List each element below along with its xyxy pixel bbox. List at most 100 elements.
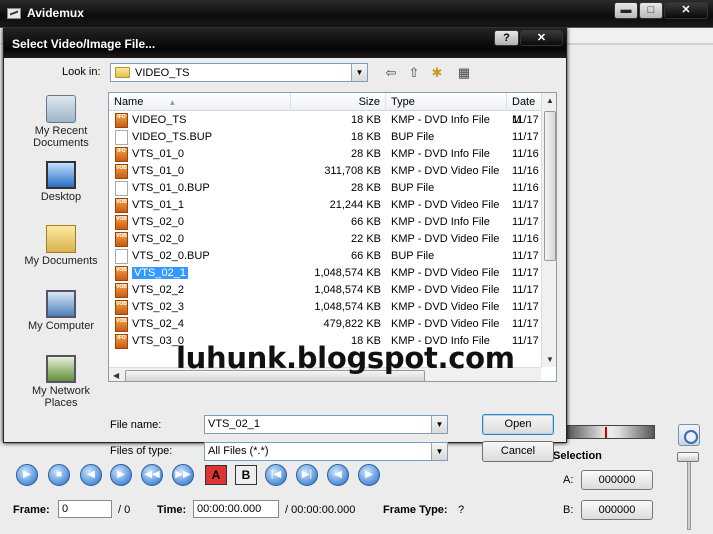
place-recent-documents[interactable]: My Recent Documents: [17, 95, 105, 149]
place-label: My Documents: [24, 255, 98, 267]
file-date: 11/16: [512, 165, 539, 177]
bup-file-icon: [115, 130, 128, 145]
go-marker-b-button[interactable]: ▶|: [296, 464, 318, 486]
file-type: KMP - DVD Info File: [391, 148, 490, 160]
dialog-close-button[interactable]: ✕: [520, 30, 563, 46]
file-name: VTS_01_0: [132, 148, 184, 160]
app-title: Avidemux: [27, 6, 84, 20]
file-row[interactable]: IFO VTS_01_0 28 KB KMP - DVD Info File 11/16: [109, 146, 541, 163]
open-button[interactable]: Open: [482, 414, 554, 435]
column-header-size[interactable]: Size: [291, 93, 386, 111]
next-black-frame-button[interactable]: ▶: [358, 464, 380, 486]
maximize-button[interactable]: □: [639, 2, 663, 19]
previous-keyframe-button[interactable]: ◀◀: [141, 464, 163, 486]
time-label: Time:: [157, 504, 187, 516]
view-menu-icon[interactable]: ▦: [453, 64, 475, 81]
column-header-type[interactable]: Type: [386, 93, 507, 111]
file-name-input[interactable]: VTS_02_1 ▼: [204, 415, 448, 434]
file-date: 11/17: [512, 216, 539, 228]
file-row[interactable]: VOB VTS_02_0 66 KB KMP - DVD Info File 11/17: [109, 214, 541, 231]
zoom-slider-track[interactable]: [687, 452, 691, 530]
file-name-cell: VTS_02_1: [132, 265, 290, 282]
file-date: 11/17: [512, 267, 539, 279]
file-row[interactable]: VOB VTS_02_3 1,048,574 KB KMP - DVD Video F…: [109, 299, 541, 316]
file-name-cell: VTS_02_4: [132, 316, 290, 333]
file-type: KMP - DVD Video File: [391, 318, 500, 330]
previous-frame-button[interactable]: ◀: [80, 464, 102, 486]
file-size: 18 KB: [351, 131, 381, 143]
file-row[interactable]: VTS_02_0.BUP 66 KB BUP File 11/17: [109, 248, 541, 265]
marker-a-value[interactable]: 000000: [581, 470, 653, 490]
file-row[interactable]: VTS_01_0.BUP 28 KB BUP File 11/16: [109, 180, 541, 197]
ifo-file-icon: IFO: [115, 334, 128, 349]
time-input[interactable]: [193, 500, 279, 518]
chevron-down-icon[interactable]: ▼: [431, 416, 447, 433]
place-desktop[interactable]: Desktop: [17, 161, 105, 203]
look-in-dropdown[interactable]: VIDEO_TS ▼: [110, 63, 368, 82]
my-computer-icon: [46, 290, 76, 318]
play-button[interactable]: ▶: [16, 464, 38, 486]
cancel-button[interactable]: Cancel: [482, 441, 554, 462]
file-row[interactable]: VOB VTS_02_2 1,048,574 KB KMP - DVD Video F…: [109, 282, 541, 299]
vertical-scroll-thumb[interactable]: [544, 111, 556, 261]
file-row[interactable]: VIDEO_TS.BUP 18 KB BUP File 11/17: [109, 129, 541, 146]
file-row[interactable]: VOB VTS_02_1 1,048,574 KB KMP - DVD Video F…: [109, 265, 541, 282]
vob-file-icon: VOB: [115, 266, 128, 281]
file-size: 18 KB: [351, 114, 381, 126]
folder-icon: [115, 67, 130, 78]
files-of-type-dropdown[interactable]: All Files (*.*) ▼: [204, 442, 448, 461]
help-button[interactable]: ?: [494, 30, 519, 46]
file-name: VIDEO_TS.BUP: [132, 131, 213, 143]
minimize-button[interactable]: ▬: [614, 2, 638, 19]
marker-b-value[interactable]: 000000: [581, 500, 653, 520]
place-network[interactable]: My Network Places: [17, 355, 105, 409]
next-keyframe-button[interactable]: ▶▶: [172, 464, 194, 486]
scroll-left-icon[interactable]: ◀: [113, 371, 119, 380]
set-marker-b-button[interactable]: B: [235, 465, 257, 485]
bup-file-icon: [115, 249, 128, 264]
place-my-computer[interactable]: My Computer: [17, 290, 105, 332]
set-marker-a-button[interactable]: A: [205, 465, 227, 485]
go-marker-a-button[interactable]: |◀: [265, 464, 287, 486]
scroll-down-icon[interactable]: ▼: [546, 355, 554, 364]
vertical-scrollbar[interactable]: ▲ ▼: [541, 93, 556, 367]
back-icon[interactable]: ⇦: [382, 64, 400, 81]
volume-icon[interactable]: [678, 424, 700, 446]
file-row[interactable]: VOB VTS_02_0 22 KB KMP - DVD Video File 11/1…: [109, 231, 541, 248]
file-name: VTS_01_1: [132, 199, 184, 211]
place-label: Places: [44, 397, 78, 409]
chevron-down-icon[interactable]: ▼: [351, 64, 367, 81]
file-name-cell: VIDEO_TS.BUP: [132, 129, 290, 146]
file-row[interactable]: IFO VIDEO_TS 18 KB KMP - DVD Info File 11/17: [109, 112, 541, 129]
frame-input[interactable]: [58, 500, 112, 518]
file-list-header: Name ▲ Size Type Date M: [109, 93, 547, 126]
stop-button[interactable]: ■: [48, 464, 70, 486]
file-type: KMP - DVD Video File: [391, 165, 500, 177]
place-label: My Computer: [27, 320, 95, 332]
file-name-cell: VTS_02_0: [132, 214, 290, 231]
close-button[interactable]: ✕: [664, 2, 708, 19]
place-my-documents[interactable]: My Documents: [17, 225, 105, 267]
file-name-value: VTS_02_1: [208, 418, 260, 430]
scroll-up-icon[interactable]: ▲: [546, 96, 554, 105]
file-row[interactable]: VOB VTS_02_4 479,822 KB KMP - DVD Video Fil…: [109, 316, 541, 333]
file-date: 11/17: [512, 284, 539, 296]
file-row[interactable]: VOB VTS_01_1 21,244 KB KMP - DVD Video File…: [109, 197, 541, 214]
chevron-down-icon[interactable]: ▼: [431, 443, 447, 460]
look-in-value: VIDEO_TS: [135, 67, 190, 79]
zoom-slider-thumb[interactable]: [677, 452, 699, 462]
network-places-icon: [46, 355, 76, 383]
column-header-name[interactable]: Name ▲: [109, 93, 291, 111]
seek-slider[interactable]: [566, 425, 655, 439]
file-list[interactable]: Name ▲ Size Type Date M IFO VIDEO_TS 18 KB…: [108, 92, 557, 382]
previous-black-frame-button[interactable]: ◀: [327, 464, 349, 486]
file-size: 1,048,574 KB: [314, 301, 381, 313]
file-row[interactable]: VOB VTS_01_0 311,708 KB KMP - DVD Video Fil…: [109, 163, 541, 180]
places-bar: My Recent Documents Desktop My Documents…: [17, 87, 105, 417]
new-folder-icon[interactable]: ✱: [428, 64, 446, 81]
file-name: VTS_02_0: [132, 233, 184, 245]
file-type: KMP - DVD Video File: [391, 233, 500, 245]
recent-documents-icon: [46, 95, 76, 123]
up-folder-icon[interactable]: ⇧: [405, 64, 423, 81]
next-frame-button[interactable]: ▶: [110, 464, 132, 486]
